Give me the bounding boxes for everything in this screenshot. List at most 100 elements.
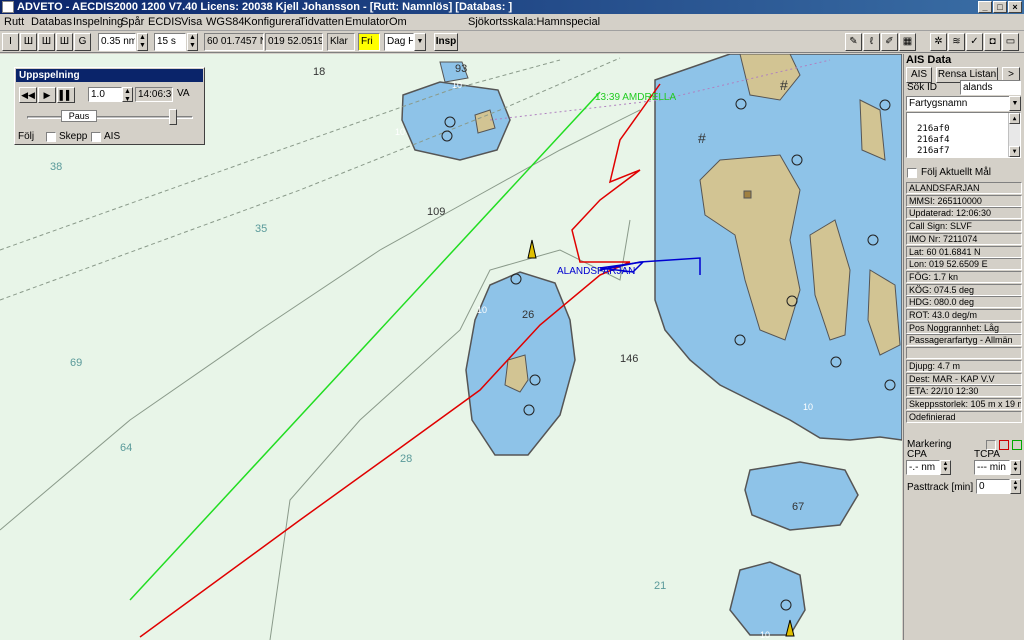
settings-icon[interactable]: ✲: [930, 33, 947, 51]
grid3-icon[interactable]: Ш: [56, 33, 73, 51]
vessel-name: ALANDSFARJAN: [906, 182, 1022, 194]
list-item[interactable]: 216af4: [917, 135, 950, 145]
route-icon[interactable]: I: [2, 33, 19, 51]
palette-select[interactable]: Dag H: [384, 33, 414, 51]
palette-dropdown-icon[interactable]: ▼: [414, 33, 426, 51]
va-label: VA: [177, 88, 190, 99]
menu-bar: Rutt Databas Inspelning Spår ECDIS Visa …: [0, 14, 1024, 31]
pause-icon[interactable]: ▌▌: [57, 87, 75, 103]
list-item[interactable]: 216af7: [917, 146, 950, 156]
ais-field: MMSI: 265110000: [906, 194, 1022, 207]
menu-rutt[interactable]: Rutt: [4, 16, 24, 28]
mark-green-checkbox[interactable]: [1012, 440, 1022, 450]
ais-field: IMO Nr: 7211074: [906, 232, 1022, 245]
ais-list[interactable]: 216af0 216af4 216af7 ▲ ▼: [906, 112, 1021, 158]
ais-checkbox[interactable]: [91, 132, 101, 142]
wreck-icon: #: [780, 77, 788, 93]
longitude-readout: 019 52.0519 E: [265, 33, 323, 51]
interval-input[interactable]: 15 s: [154, 33, 186, 51]
app-icon: [2, 1, 14, 13]
layers-icon[interactable]: ≋: [948, 33, 965, 51]
scroll-up-icon[interactable]: ▲: [1009, 113, 1020, 124]
ship-name-label: ALANDSFARJAN: [557, 266, 635, 277]
menu-visa[interactable]: Visa: [181, 16, 202, 28]
interval-spinner[interactable]: ▲ ▼: [187, 33, 198, 51]
grid1-icon[interactable]: Ш: [20, 33, 37, 51]
track-red: [139, 83, 661, 638]
toolbar: I Ш Ш Ш G 0.35 nm ▲ ▼ 15 s ▲ ▼ 60 01.7457 …: [0, 31, 1024, 53]
insp-button[interactable]: Insp: [434, 33, 458, 51]
playback-panel: Uppspelning ◀◀ ▶ ▌▌ 1.0 ▲▼ 14:06:30 VA P…: [14, 67, 205, 145]
speed-spinner[interactable]: ▲ ▼: [122, 87, 133, 103]
menu-inspelning[interactable]: Inspelning: [73, 16, 123, 28]
pasttrack-input[interactable]: 0: [976, 479, 1010, 494]
edit-icon[interactable]: ✐: [881, 33, 898, 51]
speed-input[interactable]: 1.0: [88, 87, 122, 102]
cpa-label: CPA: [907, 449, 927, 460]
ais-field: ROT: 43.0 deg/m: [906, 309, 1022, 321]
menu-ecdis[interactable]: ECDIS: [148, 16, 182, 28]
book-icon[interactable]: ◘: [984, 33, 1001, 51]
mark-red-checkbox[interactable]: [999, 440, 1009, 450]
menu-wgs84[interactable]: WGS84: [206, 16, 245, 28]
tcpa-label: TCPA: [974, 449, 1000, 460]
pen-icon[interactable]: ✎: [845, 33, 862, 51]
filter-dropdown-icon[interactable]: ▼: [1009, 96, 1021, 111]
scroll-down-icon[interactable]: ▼: [1009, 146, 1020, 157]
tcpa-spinner[interactable]: ▲ ▼: [1010, 460, 1021, 475]
grid2-icon[interactable]: Ш: [38, 33, 55, 51]
menu-om[interactable]: Om: [389, 16, 407, 28]
depth-label: 146: [620, 353, 638, 365]
play-icon[interactable]: ▶: [38, 87, 56, 103]
menu-databas[interactable]: Databas: [31, 16, 72, 28]
playback-title: Uppspelning: [16, 69, 203, 82]
chart-scale: Sjökortsskala:Hamnspecial: [468, 16, 601, 28]
playback-slider-thumb[interactable]: [169, 109, 178, 125]
slider-label: Paus: [61, 110, 97, 122]
rewind-icon[interactable]: ◀◀: [19, 87, 37, 103]
ship-checkbox[interactable]: [46, 132, 56, 142]
search-label: Sök ID: [907, 82, 938, 93]
ais-field: Pos Noggrannhet: Låg: [906, 321, 1022, 334]
ais-field: HDG: 080.0 deg: [906, 296, 1022, 309]
menu-spar[interactable]: Spår: [121, 16, 144, 28]
ais-checkbox-label: AIS: [104, 131, 121, 142]
maximize-icon[interactable]: □: [993, 1, 1007, 13]
depth-label: 64: [120, 442, 132, 454]
goto-icon[interactable]: G: [74, 33, 91, 51]
search-id-input[interactable]: alands: [960, 80, 1021, 95]
window-icon[interactable]: ▭: [1002, 33, 1019, 51]
ais-button[interactable]: AIS: [906, 67, 932, 83]
ais-field: Odefinierad: [906, 410, 1022, 423]
check-icon[interactable]: ✓: [966, 33, 983, 51]
depth-label: 18: [313, 66, 325, 78]
pasttrack-spinner[interactable]: ▲ ▼: [1010, 479, 1021, 494]
menu-konfigurera[interactable]: Konfigurera: [244, 16, 301, 28]
depth-contour-2: [269, 219, 631, 640]
cpa-spinner[interactable]: ▲ ▼: [940, 460, 951, 475]
follow-target-checkbox[interactable]: [907, 168, 917, 178]
minimize-icon[interactable]: _: [978, 1, 992, 13]
tcpa-input[interactable]: --- min: [974, 460, 1010, 475]
cpa-input[interactable]: -.- nm: [906, 460, 940, 475]
list-item[interactable]: 216af0: [917, 124, 950, 134]
ais-field: [906, 347, 1022, 360]
menu-tidvatten[interactable]: Tidvatten: [299, 16, 344, 28]
depth-label: 28: [400, 453, 412, 465]
list-scrollbar[interactable]: ▲ ▼: [1008, 113, 1020, 157]
pasttrack-label: Pasttrack [min]: [907, 482, 974, 493]
ais-field: Updaterad: 12:06:30: [906, 207, 1022, 220]
table-icon[interactable]: ▦: [899, 33, 916, 51]
mode-badge: Fri: [358, 33, 380, 51]
chart-view[interactable]: 18 93 109 35 38 69 64 28 26 146 67 21 10…: [0, 54, 902, 640]
tools-icon[interactable]: ℓ: [863, 33, 880, 51]
ais-field: Call Sign: SLVF: [906, 220, 1022, 233]
depth-label: 35: [255, 223, 267, 235]
close-icon[interactable]: ×: [1008, 1, 1022, 13]
menu-emulator[interactable]: Emulator: [345, 16, 389, 28]
range-spinner[interactable]: ▲ ▼: [137, 33, 148, 51]
filter-select[interactable]: Fartygsnamn: [906, 96, 1010, 111]
ais-title: AIS Data: [906, 54, 952, 66]
playback-time: 14:06:30: [135, 87, 173, 102]
range-input[interactable]: 0.35 nm: [98, 33, 136, 51]
